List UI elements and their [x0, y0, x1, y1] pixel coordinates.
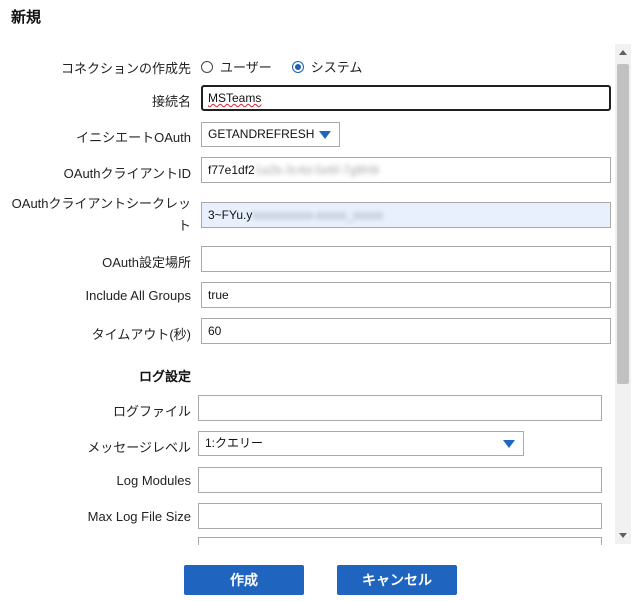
- initiate-oauth-select[interactable]: GETANDREFRESH: [201, 122, 340, 147]
- connection-name-value: MSTeams: [208, 91, 262, 105]
- oauth-client-id-masked: 1a2b-3c4d-5e6f-7g8h9i: [254, 163, 379, 177]
- scrollbar[interactable]: [615, 44, 631, 544]
- connection-type-label: コネクションの作成先: [60, 61, 191, 76]
- timeout-label: タイムアウト(秒): [91, 327, 191, 342]
- include-all-groups-input[interactable]: true: [201, 282, 611, 308]
- connection-name-label: 接続名: [151, 94, 191, 109]
- connection-type-radio-group: ユーザー システム: [201, 57, 382, 76]
- verbosity-value: 1:クエリー: [205, 436, 264, 450]
- radio-system[interactable]: システム: [291, 57, 363, 76]
- chevron-down-icon: [319, 131, 331, 139]
- cancel-button[interactable]: キャンセル: [337, 565, 457, 595]
- oauth-client-secret-masked: xxxxxxxxxx-xxxxx_xxxxx: [252, 208, 384, 222]
- verbosity-label: メッセージレベル: [87, 440, 191, 455]
- scroll-thumb[interactable]: [617, 64, 629, 384]
- log-settings-heading: ログ設定: [138, 369, 191, 384]
- include-all-groups-value: true: [208, 288, 229, 302]
- oauth-client-id-input[interactable]: f77e1df21a2b-3c4d-5e6f-7g8h9i: [201, 157, 611, 183]
- initiate-oauth-label: イニシエートOAuth: [76, 130, 191, 145]
- radio-system-label[interactable]: システム: [311, 57, 363, 76]
- chevron-down-icon: [503, 440, 515, 448]
- timeout-input[interactable]: 60: [201, 318, 611, 344]
- scroll-down-icon[interactable]: [619, 533, 627, 538]
- timeout-value: 60: [208, 324, 222, 338]
- max-log-file-size-label: Max Log File Size: [87, 509, 191, 524]
- logfile-input[interactable]: [198, 395, 602, 421]
- radio-user-circle[interactable]: [201, 60, 213, 73]
- next-field-partial[interactable]: [198, 537, 602, 545]
- logfile-label: ログファイル: [112, 404, 191, 419]
- max-log-file-size-input[interactable]: [198, 503, 602, 529]
- oauth-client-secret-input[interactable]: 3~FYu.yxxxxxxxxxx-xxxxx_xxxxx: [201, 202, 611, 228]
- oauth-settings-location-input[interactable]: [201, 246, 611, 272]
- oauth-client-secret-label: OAuthクライアントシークレット: [11, 196, 191, 233]
- radio-user-label[interactable]: ユーザー: [220, 57, 272, 76]
- create-button[interactable]: 作成: [184, 565, 304, 595]
- oauth-client-secret-prefix: 3~FYu.y: [208, 208, 253, 222]
- connection-name-input[interactable]: MSTeams: [201, 85, 611, 111]
- log-modules-input[interactable]: [198, 467, 602, 493]
- dialog-title: 新規: [11, 9, 42, 26]
- oauth-settings-location-label: OAuth設定場所: [102, 255, 191, 270]
- radio-user[interactable]: ユーザー: [201, 57, 272, 76]
- initiate-oauth-value: GETANDREFRESH: [208, 127, 315, 141]
- verbosity-select[interactable]: 1:クエリー: [198, 431, 524, 456]
- scroll-up-icon[interactable]: [619, 50, 627, 55]
- oauth-client-id-prefix: f77e1df2: [208, 163, 255, 177]
- log-modules-label: Log Modules: [116, 473, 191, 488]
- radio-system-circle[interactable]: [291, 60, 304, 73]
- include-all-groups-label: Include All Groups: [85, 288, 191, 303]
- oauth-client-id-label: OAuthクライアントID: [63, 166, 191, 181]
